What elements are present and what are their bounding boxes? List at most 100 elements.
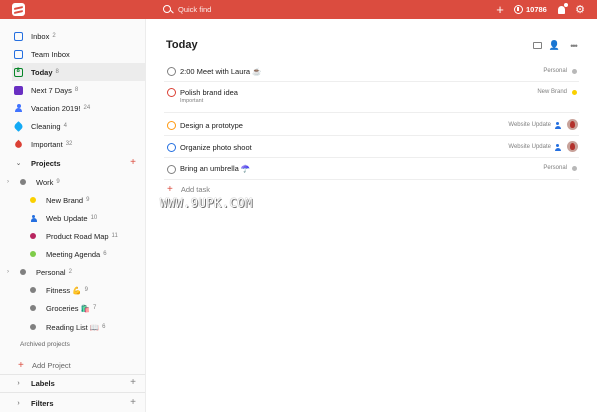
projects-section-header[interactable]: ⌄ Projects + (14, 154, 146, 172)
task-row[interactable]: Design a prototype Website Update (164, 115, 579, 136)
add-project-icon[interactable]: + (130, 158, 136, 168)
sidebar-item-today[interactable]: Today 8 (12, 63, 146, 81)
sidebar-item-label: Cleaning (31, 121, 61, 131)
task-project-label: New Brand (537, 89, 567, 95)
sidebar-item-vacation[interactable]: Vacation 2019! 24 (14, 99, 146, 117)
shared-project-icon (554, 122, 561, 129)
task-title[interactable]: Polish brand idea (180, 88, 238, 97)
task-checkbox[interactable] (167, 121, 176, 130)
sidebar-item-team-inbox[interactable]: Team Inbox (14, 45, 146, 63)
sidebar-item-count: 2 (52, 33, 56, 39)
search-icon (163, 4, 173, 15)
project-item-meeting-agenda[interactable]: Meeting Agenda 6 (30, 245, 107, 263)
add-project-label: Add Project (32, 360, 71, 370)
karma-button[interactable]: 10786 (514, 3, 547, 16)
task-label[interactable]: Important (180, 98, 203, 104)
project-count: 7 (92, 305, 97, 311)
project-label: Reading List 📖 (46, 322, 100, 332)
project-item-personal[interactable]: › Personal 2 (7, 263, 72, 281)
chevron-right-icon[interactable]: › (14, 380, 23, 387)
add-label-icon[interactable]: + (130, 378, 136, 388)
avatar[interactable] (567, 119, 578, 130)
sidebar-item-inbox[interactable]: Inbox 2 (14, 27, 146, 45)
task-project-label: Personal (543, 68, 567, 74)
task-checkbox[interactable] (167, 67, 176, 76)
chevron-right-icon[interactable]: › (7, 179, 9, 185)
project-item-groceries[interactable]: Groceries 🛍️ 7 (30, 299, 96, 317)
plus-icon: + (18, 359, 24, 371)
sidebar-item-count: 8 (55, 69, 59, 75)
labels-section-header[interactable]: › Labels + (14, 374, 146, 392)
project-count: 9 (86, 197, 90, 203)
project-count: 6 (103, 251, 107, 257)
project-item-product-road-map[interactable]: Product Road Map 11 (30, 227, 118, 245)
add-task-button[interactable]: + Add task (167, 184, 210, 195)
project-color-dot (30, 305, 36, 311)
inbox-icon (14, 31, 23, 41)
labels-label: Labels (31, 378, 55, 388)
comment-icon[interactable] (532, 40, 543, 51)
sidebar-item-label: Next 7 Days (31, 85, 72, 95)
task-row[interactable]: 2:00 Meet with Laura ☕ Personal (164, 62, 579, 82)
project-color-dot (30, 324, 36, 330)
today-icon (14, 67, 23, 77)
sidebar-item-important[interactable]: Important 32 (13, 135, 146, 153)
add-project-button[interactable]: + Add Project (18, 359, 71, 371)
project-color-dot (30, 233, 36, 239)
chevron-right-icon[interactable]: › (7, 269, 9, 275)
project-label: Web Update (46, 213, 88, 223)
gear-icon[interactable]: ⚙ (575, 3, 585, 16)
add-filter-icon[interactable]: + (130, 398, 136, 408)
project-label: Work (36, 177, 54, 187)
task-project-label: Website Update (508, 122, 551, 128)
chevron-down-icon[interactable]: ⌄ (14, 159, 23, 167)
project-label: New Brand (46, 195, 84, 205)
project-color-dot (30, 251, 36, 257)
avatar[interactable] (567, 141, 578, 152)
sidebar-item-cleaning[interactable]: Cleaning 4 (13, 117, 146, 135)
sidebar-item-label: Important (31, 139, 63, 149)
task-title[interactable]: 2:00 Meet with Laura ☕ (180, 67, 261, 76)
task-checkbox[interactable] (167, 165, 176, 174)
drop-icon (13, 139, 24, 149)
todoist-logo-icon[interactable] (12, 3, 25, 16)
project-item-new-brand[interactable]: New Brand 9 (30, 191, 89, 209)
project-count: 9 (84, 287, 88, 293)
sidebar-item-next-7-days[interactable]: Next 7 Days 8 (14, 81, 146, 99)
project-item-web-update[interactable]: Web Update 10 (30, 209, 97, 227)
task-title[interactable]: Bring an umbrella ☂️ (180, 164, 250, 173)
sidebar-item-count: 32 (65, 141, 73, 147)
task-title[interactable]: Organize photo shoot (180, 143, 252, 152)
more-icon[interactable]: ••• (568, 40, 579, 51)
divider (0, 392, 145, 393)
search-placeholder[interactable]: Quick find (178, 5, 211, 14)
karma-count: 10786 (526, 5, 547, 14)
task-row[interactable]: Organize photo shoot Website Update (164, 137, 579, 158)
project-count: 10 (90, 215, 98, 221)
project-color-dot (30, 287, 36, 293)
filters-section-header[interactable]: › Filters + (14, 394, 146, 412)
task-checkbox[interactable] (167, 143, 176, 152)
filters-label: Filters (31, 398, 54, 408)
project-item-work[interactable]: › Work 9 (7, 173, 60, 191)
task-row[interactable]: Polish brand idea Important New Brand (164, 83, 579, 113)
watermark: WWW.9UPK.COM (160, 196, 253, 210)
top-bar: Quick find + 10786 ⚙ (0, 0, 597, 19)
archived-projects-link[interactable]: Archived projects (20, 341, 70, 348)
sidebar: Inbox 2 Team Inbox Today 8 Next 7 Days 8… (0, 19, 146, 412)
add-person-icon[interactable]: 👤 (549, 40, 560, 51)
project-item-reading-list[interactable]: Reading List 📖 6 (30, 318, 105, 336)
chevron-right-icon[interactable]: › (14, 400, 23, 407)
add-task-plus-icon[interactable]: + (494, 3, 506, 16)
project-label: Meeting Agenda (46, 249, 101, 259)
project-item-fitness[interactable]: Fitness 💪 9 (30, 281, 88, 299)
task-checkbox[interactable] (167, 88, 176, 97)
quick-find-search[interactable]: Quick find (163, 3, 211, 16)
project-color-dot (30, 197, 36, 203)
page-title: Today (166, 39, 198, 51)
project-count: 11 (111, 233, 118, 239)
task-title[interactable]: Design a prototype (180, 121, 243, 130)
project-count: 9 (56, 179, 60, 185)
project-color-dot (572, 90, 577, 95)
task-row[interactable]: Bring an umbrella ☂️ Personal (164, 159, 579, 180)
